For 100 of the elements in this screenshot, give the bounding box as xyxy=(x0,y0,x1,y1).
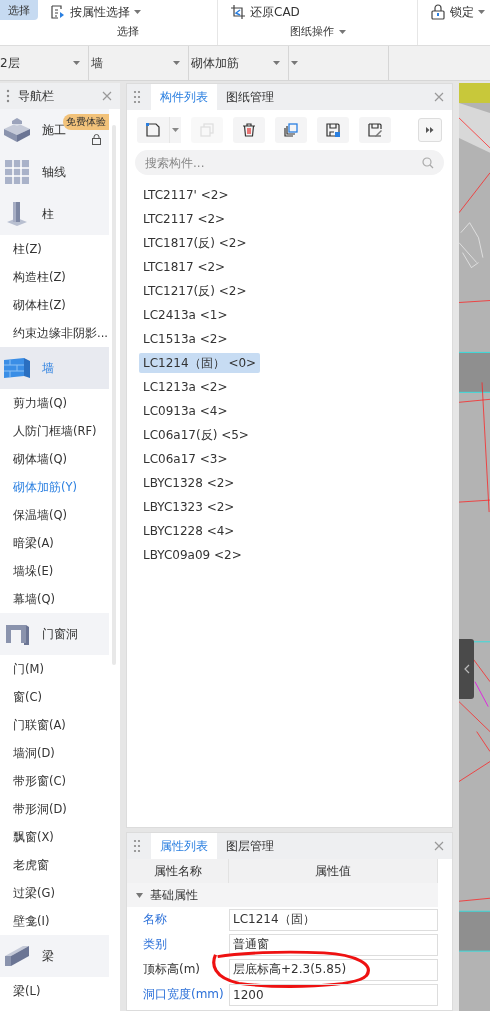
beam-icon xyxy=(2,944,32,968)
close-icon[interactable] xyxy=(102,91,112,101)
nav-item[interactable]: 梁(L) xyxy=(0,977,109,1005)
select-button[interactable]: 选择 xyxy=(0,0,38,20)
component-item[interactable]: LBYC1328 <2> xyxy=(139,473,239,493)
layers-icon xyxy=(283,122,299,138)
nav-item[interactable]: 墙洞(D) xyxy=(0,739,109,767)
nav-item[interactable]: 剪力墙(Q) xyxy=(0,389,109,417)
caret-icon xyxy=(291,61,298,65)
save-button[interactable] xyxy=(317,117,349,143)
nav-item[interactable]: 柱(Z) xyxy=(0,235,109,263)
component-item[interactable]: LTC1817(反) <2> xyxy=(139,233,251,253)
component-item[interactable]: LC06a17(反) <5> xyxy=(139,425,253,445)
nav-item[interactable]: 老虎窗 xyxy=(0,851,109,879)
grid-icon xyxy=(2,159,32,185)
panel-tab[interactable]: 图纸管理 xyxy=(217,84,283,110)
nav-item[interactable]: 保温墙(Q) xyxy=(0,501,109,529)
save-icon xyxy=(325,122,341,138)
caret-icon xyxy=(478,10,485,14)
collapse-handle[interactable] xyxy=(459,639,474,699)
panel-tab[interactable]: 属性列表 xyxy=(151,833,217,859)
nav-item[interactable]: 暗梁(A) xyxy=(0,529,109,557)
nav-item[interactable]: 带形窗(C) xyxy=(0,767,109,795)
caret-icon xyxy=(136,892,143,898)
nav-item[interactable]: 砌体加筋(Y) xyxy=(0,473,109,501)
search-field[interactable]: 搜索构件... xyxy=(135,150,444,175)
caret-icon xyxy=(173,61,180,65)
panel-tab[interactable]: 图层管理 xyxy=(217,833,283,859)
group-row[interactable]: 基础属性 xyxy=(127,883,438,907)
panel-tab[interactable]: 构件列表 xyxy=(151,84,217,110)
ribbon-tool-button[interactable]: 锁定 xyxy=(430,3,485,21)
close-icon[interactable] xyxy=(434,92,444,102)
property-value-field[interactable]: 普通窗 xyxy=(229,933,438,956)
property-name: 名称 xyxy=(142,911,168,928)
panel-title: 导航栏 xyxy=(18,87,54,105)
component-item[interactable]: LBYC09a09 <2> xyxy=(139,545,246,565)
component-item[interactable]: LC1213a <2> xyxy=(139,377,232,397)
ribbon-tool-button[interactable]: 还原CAD xyxy=(230,3,300,21)
more-button[interactable] xyxy=(418,118,442,142)
duplicate-button[interactable] xyxy=(275,117,307,143)
component-item[interactable]: LTC1217(反) <2> xyxy=(139,281,251,301)
component-item[interactable]: LC1214（固） <0> xyxy=(139,353,261,373)
nav-category[interactable]: 墙 xyxy=(0,347,109,389)
property-value-field[interactable]: 层底标高+2.3(5.85) xyxy=(229,958,438,981)
delete-button[interactable] xyxy=(233,117,265,143)
nav-category[interactable]: 柱 xyxy=(0,193,109,235)
nav-item[interactable]: 幕墙(Q) xyxy=(0,585,109,613)
property-value-field[interactable]: 1200 xyxy=(229,983,438,1006)
component-item[interactable]: LC2413a <1> xyxy=(139,305,232,325)
block-icon xyxy=(2,117,32,143)
nav-item[interactable]: 壁龛(I) xyxy=(0,907,109,935)
property-name: 洞口宽度(mm) xyxy=(142,986,225,1003)
component-item[interactable]: LC06a17 <3> xyxy=(139,449,232,469)
nav-category[interactable]: 门窗洞 xyxy=(0,613,109,655)
search-icon xyxy=(422,157,434,169)
dropdown-field[interactable]: 砌体加筋 xyxy=(189,46,289,80)
nav-item[interactable]: 窗(C) xyxy=(0,683,109,711)
nav-item[interactable]: 人防门框墙(RF) xyxy=(0,417,109,445)
caret-icon xyxy=(172,128,179,132)
component-item[interactable]: LTC2117 <2> xyxy=(139,209,230,229)
component-item[interactable]: LBYC1228 <4> xyxy=(139,521,239,541)
new-button[interactable] xyxy=(137,117,169,143)
dropdown-field[interactable]: 墙 xyxy=(89,46,189,80)
filter-list-icon xyxy=(50,4,66,20)
nav-item[interactable]: 约束边缘非阴影... xyxy=(0,319,109,347)
nav-category[interactable]: 梁 xyxy=(0,935,109,977)
property-name: 顶标高(m) xyxy=(142,961,202,978)
dropdown-field[interactable]: 2层 xyxy=(0,46,89,80)
component-item[interactable]: LC1513a <2> xyxy=(139,329,232,349)
nav-item[interactable]: 带形洞(D) xyxy=(0,795,109,823)
nav-item[interactable]: 墙垛(E) xyxy=(0,557,109,585)
nav-item[interactable]: 门联窗(A) xyxy=(0,711,109,739)
nav-item[interactable]: 砌体柱(Z) xyxy=(0,291,109,319)
drag-handle-icon[interactable] xyxy=(133,839,141,853)
double-arrow-icon xyxy=(426,127,434,133)
dropdown-button[interactable] xyxy=(169,117,181,143)
component-item[interactable]: LBYC1323 <2> xyxy=(139,497,239,517)
nav-item[interactable]: 砌体墙(Q) xyxy=(0,445,109,473)
caret-icon xyxy=(73,61,80,65)
drag-handle-icon[interactable] xyxy=(6,89,10,103)
component-item[interactable]: LTC2117' <2> xyxy=(139,185,233,205)
nav-item[interactable]: 门(M) xyxy=(0,655,109,683)
nav-item[interactable]: 飘窗(X) xyxy=(0,823,109,851)
close-icon[interactable] xyxy=(434,841,444,851)
crop-icon xyxy=(230,4,246,20)
edit-icon xyxy=(367,122,383,138)
ribbon-tool-button[interactable]: 按属性选择 xyxy=(50,3,141,21)
group-label: 基础属性 xyxy=(150,886,198,904)
nav-category[interactable]: 轴线 xyxy=(0,151,109,193)
drag-handle-icon[interactable] xyxy=(133,90,141,104)
component-item[interactable]: LC0913a <4> xyxy=(139,401,232,421)
nav-item[interactable]: 过梁(G) xyxy=(0,879,109,907)
edit-button[interactable] xyxy=(359,117,391,143)
nav-item[interactable]: 构造柱(Z) xyxy=(0,263,109,291)
caret-icon xyxy=(338,29,346,34)
component-item[interactable]: LTC1817 <2> xyxy=(139,257,230,277)
dropdown-field[interactable] xyxy=(289,46,389,80)
trash-icon xyxy=(241,122,257,138)
new-file-icon xyxy=(145,122,161,138)
property-value-field[interactable]: LC1214（固） xyxy=(229,908,438,931)
